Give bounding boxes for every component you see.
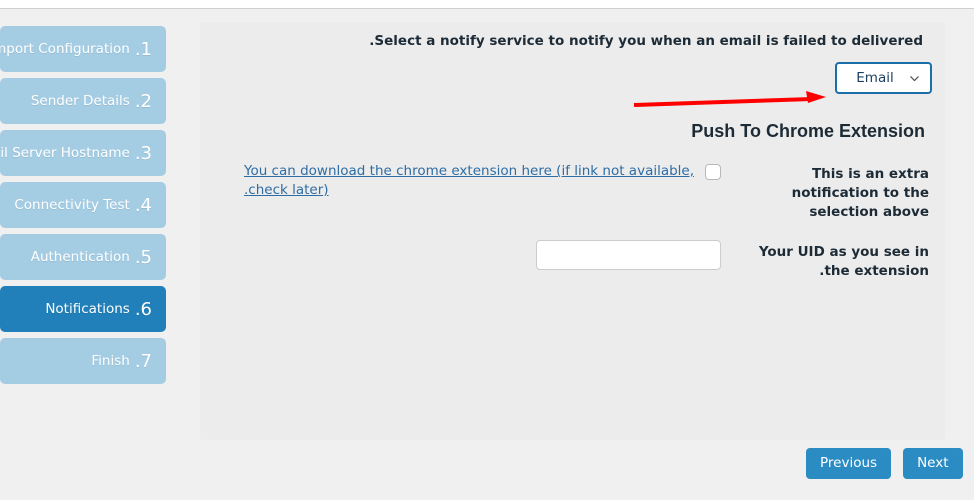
step-number: 6. (134, 298, 152, 320)
top-chrome-strip (0, 0, 974, 9)
sidebar-item-import-configuration[interactable]: 1. Import Configuration (0, 26, 166, 72)
notifications-content-panel: Select a notify service to notify you wh… (200, 22, 945, 440)
uid-row: Your UID as you see in the extension. (217, 240, 929, 281)
sidebar-item-sender-details[interactable]: 2. Sender Details (0, 78, 166, 124)
step-label: Sender Details (30, 93, 130, 109)
step-label: Import Configuration (0, 41, 130, 57)
sidebar-item-authentication[interactable]: 5. Authentication (0, 234, 166, 280)
notify-service-select-row: Email (812, 62, 932, 94)
wizard-footer-buttons: Previous Next (806, 448, 963, 479)
wizard-step-nav: 1. Import Configuration 2. Sender Detail… (0, 26, 166, 390)
extra-notification-controls: You can download the chrome extension he… (217, 162, 733, 200)
uid-input[interactable] (536, 240, 721, 270)
notify-service-selected-value: Email (856, 70, 894, 86)
red-annotation-arrow (633, 91, 826, 107)
sidebar-item-finish[interactable]: 7. Finish (0, 338, 166, 384)
sidebar-item-connectivity-test[interactable]: 4. Connectivity Test (0, 182, 166, 228)
uid-controls (217, 240, 733, 270)
next-button[interactable]: Next (903, 448, 963, 479)
extra-notification-row: This is an extra notification to the sel… (217, 162, 929, 222)
step-number: 1. (134, 38, 152, 60)
step-number: 3. (134, 142, 152, 164)
previous-button[interactable]: Previous (806, 448, 892, 479)
sidebar-item-mail-server-hostname[interactable]: 3. Mail Server Hostname (0, 130, 166, 176)
step-label: Authentication (30, 249, 130, 265)
extra-notification-label: This is an extra notification to the sel… (791, 166, 929, 220)
step-number: 5. (134, 246, 152, 268)
step-number: 2. (134, 90, 152, 112)
chrome-extension-download-link[interactable]: You can download the chrome extension he… (244, 162, 699, 200)
step-label: Connectivity Test (14, 197, 130, 213)
extra-notification-checkbox[interactable] (705, 164, 721, 180)
step-number: 7. (134, 350, 152, 372)
step-label: Mail Server Hostname (0, 145, 130, 161)
uid-label: Your UID as you see in the extension. (758, 244, 929, 279)
step-number: 4. (134, 194, 152, 216)
notify-service-select[interactable]: Email (835, 62, 932, 94)
step-label: Finish (91, 353, 130, 369)
step-label: Notifications (45, 301, 130, 317)
sidebar-item-notifications[interactable]: 6. Notifications (0, 286, 166, 332)
push-to-chrome-extension-heading: Push To Chrome Extension (691, 120, 925, 141)
chevron-down-icon (910, 75, 919, 81)
notify-service-instruction: Select a notify service to notify you wh… (369, 33, 923, 49)
